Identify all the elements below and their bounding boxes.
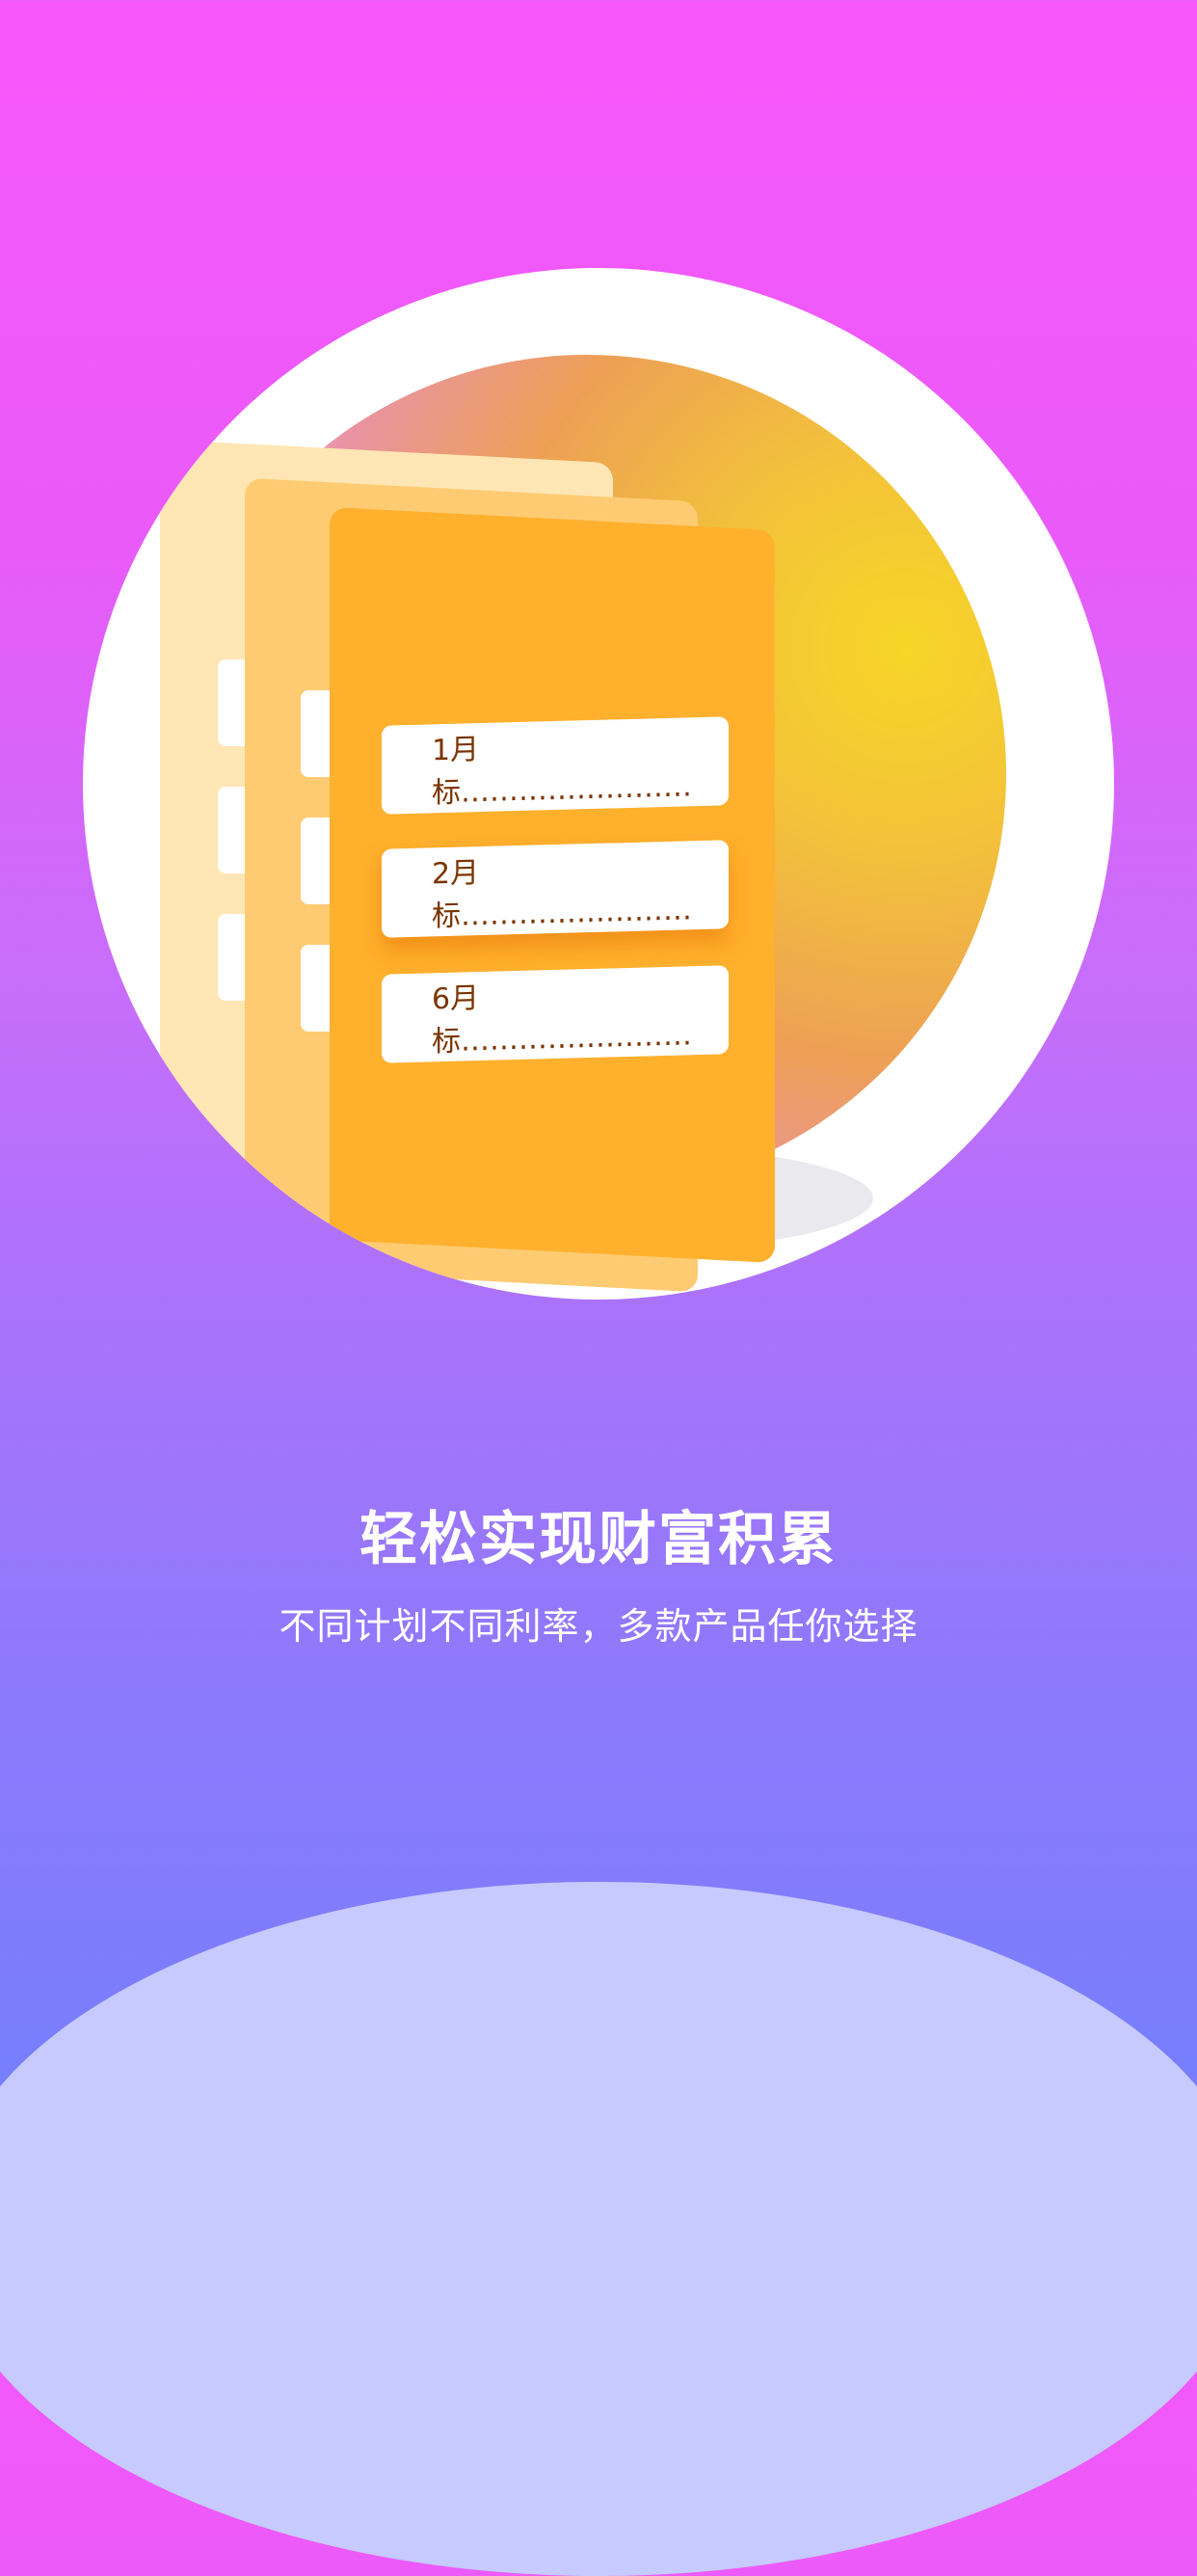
illustration-circle: 1月标…………………… 2月标…………………… 6月标…………………… <box>83 268 1114 1300</box>
bottom-decoration <box>0 1882 1197 2576</box>
plan-entry-1: 1月标…………………… <box>382 716 729 815</box>
plan-entry-label: 1月标…………………… <box>432 733 692 811</box>
plan-entry-3: 6月标…………………… <box>382 965 729 1063</box>
plan-entry-label: 2月标…………………… <box>432 856 692 934</box>
plan-entry-2: 2月标…………………… <box>382 840 729 938</box>
onboarding-screen: 1月标…………………… 2月标…………………… 6月标…………………… 轻松实现… <box>0 0 1197 2576</box>
intro-title: 轻松实现财富积累 <box>359 1506 838 1573</box>
intro-subtitle: 不同计划不同利率，多款产品任你选择 <box>279 1605 918 1648</box>
plan-entry-label: 6月标…………………… <box>432 981 692 1060</box>
